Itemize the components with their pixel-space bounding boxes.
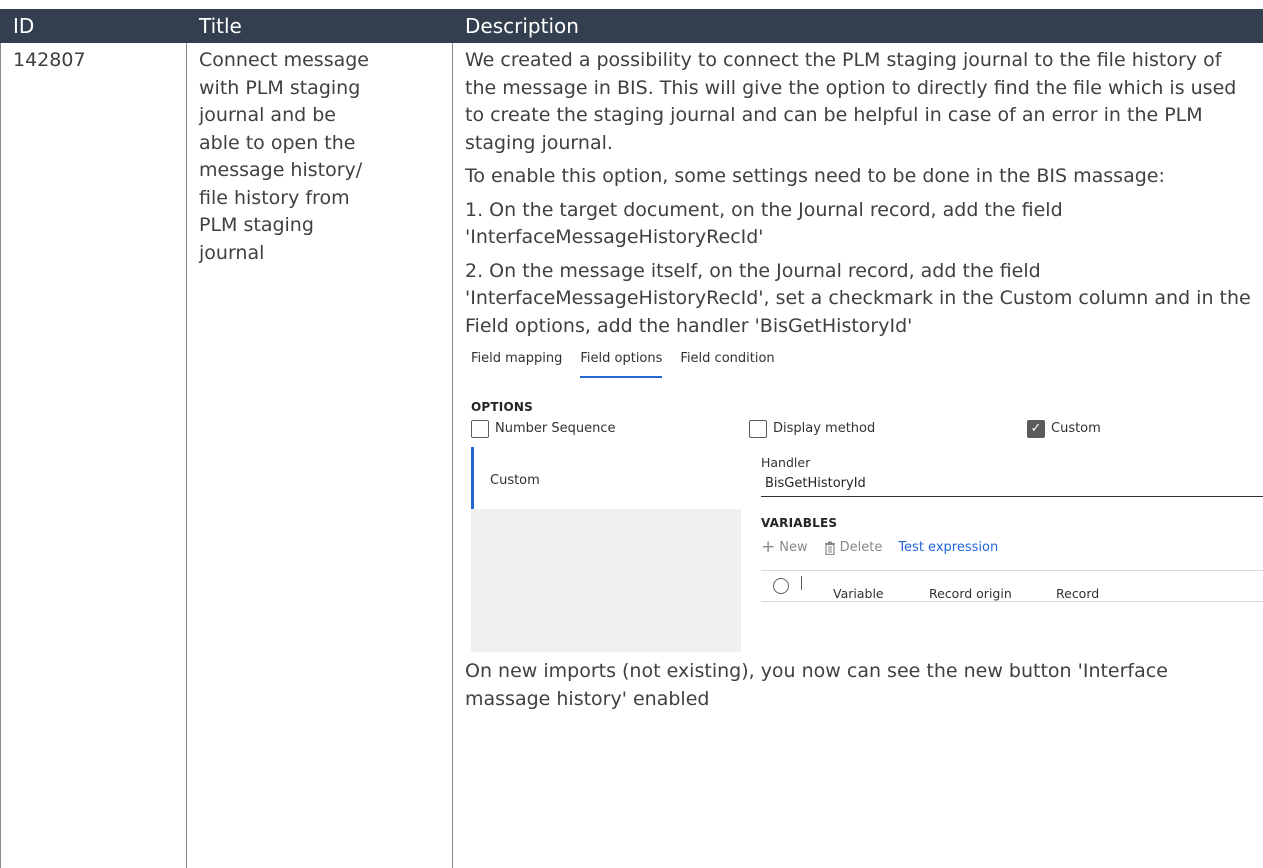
- row-title: Connect message with PLM staging journal…: [186, 42, 453, 868]
- tab-field-options[interactable]: Field options: [580, 348, 663, 378]
- delete-button-label: Delete: [839, 540, 883, 555]
- option-list-item-label: Custom: [490, 473, 540, 488]
- tab-field-condition[interactable]: Field condition: [680, 348, 774, 378]
- column-divider: [801, 576, 802, 590]
- variables-grid-header: Variable Record origin Record: [761, 570, 1263, 602]
- release-notes-table: ID Title Description 142807 Connect mess…: [0, 9, 1263, 868]
- checkbox-label: Display method: [773, 421, 876, 436]
- plus-icon: +: [761, 537, 776, 558]
- title-line: message history/: [199, 159, 363, 181]
- description-paragraph: 2. On the message itself, on the Journal…: [465, 259, 1251, 337]
- title-line: file history from: [199, 186, 350, 209]
- new-button[interactable]: + New: [761, 534, 808, 562]
- column-variable[interactable]: Variable: [833, 580, 884, 608]
- checkbox-unchecked-icon: [471, 419, 489, 438]
- title-line: Connect message: [199, 49, 369, 71]
- header-description: Description: [452, 9, 1263, 43]
- select-all-radio-icon[interactable]: [773, 578, 789, 594]
- trash-icon: [824, 541, 835, 555]
- option-list-item-custom[interactable]: Custom: [471, 447, 741, 509]
- field-options-screenshot: Field mapping Field options Field condit…: [465, 348, 1263, 652]
- title-line: PLM staging: [199, 214, 314, 236]
- checkbox-unchecked-icon: [749, 419, 767, 438]
- title-line: journal and be: [199, 104, 336, 126]
- description-paragraph: On new imports (not existing), you now c…: [465, 660, 1168, 710]
- column-record-origin[interactable]: Record origin: [929, 580, 1012, 608]
- option-list-panel: Custom: [471, 447, 741, 652]
- variables-toolbar: + New Delete Test expression: [761, 534, 998, 562]
- handler-input[interactable]: [761, 471, 1263, 497]
- table-header-row: ID Title Description: [0, 9, 1263, 43]
- header-title: Title: [186, 9, 453, 43]
- description-paragraph: To enable this option, some settings nee…: [465, 165, 1165, 187]
- description-paragraph: 1. On the target document, on the Journa…: [465, 198, 1063, 249]
- field-tabs: Field mapping Field options Field condit…: [471, 348, 775, 378]
- tab-field-mapping[interactable]: Field mapping: [471, 348, 562, 378]
- delete-button[interactable]: Delete: [824, 534, 883, 562]
- table-row: 142807 Connect message with PLM staging …: [0, 42, 1263, 868]
- header-id: ID: [0, 9, 187, 43]
- custom-checkbox[interactable]: ✓ Custom: [1027, 415, 1101, 443]
- test-expression-link[interactable]: Test expression: [898, 534, 998, 562]
- number-sequence-checkbox[interactable]: Number Sequence: [471, 415, 615, 443]
- row-description: We created a possibility to connect the …: [452, 42, 1263, 868]
- new-button-label: New: [779, 540, 808, 555]
- column-record[interactable]: Record: [1056, 580, 1099, 608]
- checkbox-label: Number Sequence: [495, 421, 616, 436]
- display-method-checkbox[interactable]: Display method: [749, 415, 875, 443]
- title-line: able to open the: [199, 131, 356, 154]
- checkmark-icon: ✓: [1027, 419, 1045, 438]
- description-paragraph: We created a possibility to connect the …: [465, 49, 1237, 154]
- title-line: journal: [199, 241, 265, 264]
- row-id: 142807: [0, 42, 187, 868]
- title-line: with PLM staging: [199, 76, 361, 99]
- checkbox-label: Custom: [1051, 421, 1101, 436]
